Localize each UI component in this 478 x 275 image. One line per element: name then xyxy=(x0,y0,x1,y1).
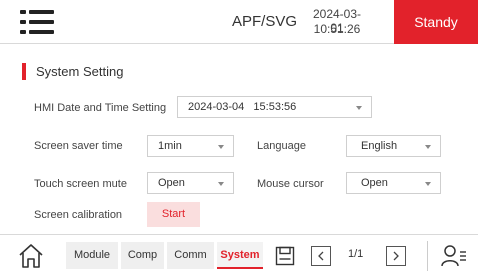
hmi-datetime-label: HMI Date and Time Setting xyxy=(34,102,167,114)
mouse-cursor-value: Open xyxy=(361,177,388,189)
language-value: English xyxy=(361,140,398,152)
touch-mute-select[interactable]: Open xyxy=(147,172,234,194)
calibration-start-button[interactable]: Start xyxy=(147,202,200,227)
home-icon[interactable] xyxy=(18,243,44,269)
prev-page-button[interactable] xyxy=(311,246,331,266)
calibration-label: Screen calibration xyxy=(34,209,123,221)
app-title: APF/SVG xyxy=(232,13,298,30)
page-indicator: 1/1 xyxy=(348,248,364,260)
bottom-nav: Module Comp Comm System 1/1 xyxy=(0,234,478,275)
chevron-right-icon xyxy=(393,251,399,261)
screen-saver-select[interactable]: 1min xyxy=(147,135,234,157)
hmi-datetime-select[interactable]: 2024-03-04 15:53:56 xyxy=(177,96,372,118)
mouse-cursor-select[interactable]: Open xyxy=(346,172,441,194)
save-icon[interactable] xyxy=(275,246,295,266)
hamburger-menu-icon[interactable] xyxy=(20,8,54,36)
top-bar: APF/SVG 2024-03-01 10:51:26 Standy xyxy=(0,0,478,44)
chevron-down-icon xyxy=(425,145,431,149)
hmi-datetime-value: 2024-03-04 15:53:56 xyxy=(188,101,297,113)
section-title: System Setting xyxy=(36,64,124,79)
chevron-down-icon xyxy=(218,145,224,149)
nav-comm[interactable]: Comm xyxy=(167,242,214,269)
touch-mute-label: Touch screen mute xyxy=(34,178,127,190)
language-select[interactable]: English xyxy=(346,135,441,157)
header-time: 10:51:26 xyxy=(313,22,361,36)
nav-module[interactable]: Module xyxy=(66,242,118,269)
nav-comp[interactable]: Comp xyxy=(121,242,164,269)
nav-system[interactable]: System xyxy=(217,242,263,269)
chevron-down-icon xyxy=(218,182,224,186)
standby-button[interactable]: Standy xyxy=(394,0,478,44)
screen-saver-label: Screen saver time xyxy=(34,140,123,152)
language-label: Language xyxy=(257,140,306,152)
section-marker xyxy=(22,63,26,80)
chevron-down-icon xyxy=(356,106,362,110)
nav-divider xyxy=(427,241,428,271)
chevron-left-icon xyxy=(318,251,324,261)
next-page-button[interactable] xyxy=(386,246,406,266)
chevron-down-icon xyxy=(425,182,431,186)
touch-mute-value: Open xyxy=(158,177,185,189)
mouse-cursor-label: Mouse cursor xyxy=(257,178,324,190)
user-menu-icon[interactable] xyxy=(441,244,467,268)
screen-saver-value: 1min xyxy=(158,140,182,152)
